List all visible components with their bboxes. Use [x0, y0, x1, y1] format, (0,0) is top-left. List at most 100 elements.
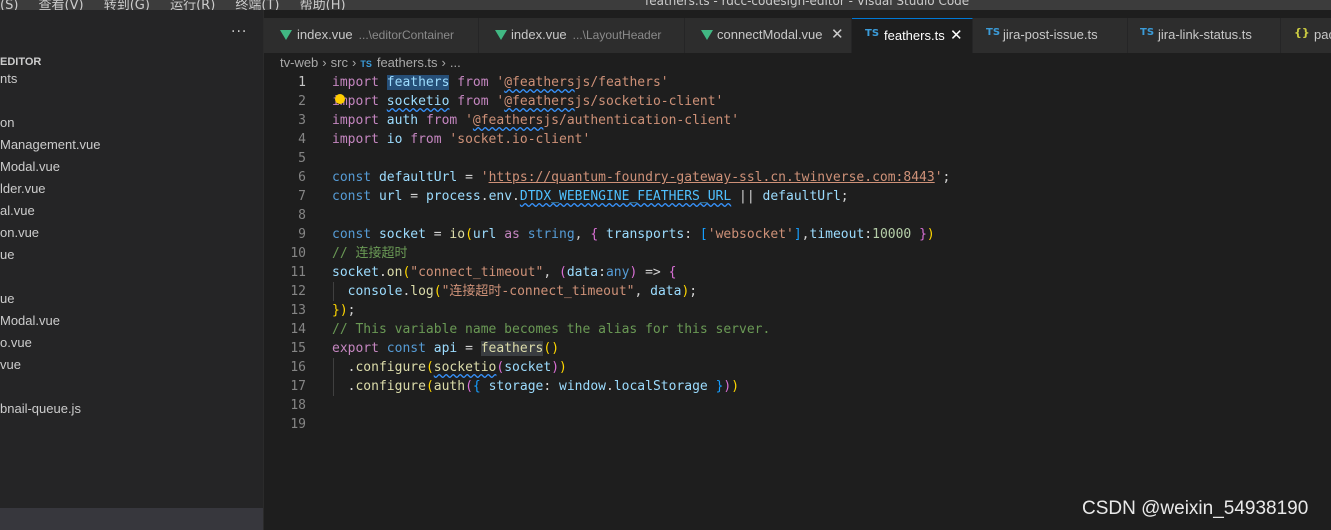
- line-number: 17: [290, 379, 306, 394]
- code-line[interactable]: 10 // 连接超时: [264, 244, 1331, 263]
- explorer-item[interactable]: ue: [0, 247, 14, 262]
- json-icon: {}: [1294, 26, 1310, 39]
- code-text[interactable]: .configure(socketio(socket)): [332, 358, 567, 377]
- menu-item-selection[interactable]: (S): [0, 0, 18, 10]
- explorer-item[interactable]: al.vue: [0, 203, 35, 218]
- explorer-item[interactable]: Modal.vue: [0, 313, 60, 328]
- code-line[interactable]: 6 const defaultUrl = 'https://quantum-fou…: [264, 168, 1331, 187]
- code-line[interactable]: 3 import auth from '@feathersjs/authentic…: [264, 111, 1331, 130]
- line-number: 7: [298, 189, 306, 204]
- menu-item-help[interactable]: 帮助(H): [300, 0, 346, 10]
- explorer-item[interactable]: nts: [0, 71, 17, 86]
- explorer-item[interactable]: bnail-queue.js: [0, 401, 81, 416]
- code-text[interactable]: // 连接超时: [332, 244, 407, 263]
- code-text[interactable]: const socket = io(url as string, { trans…: [332, 225, 935, 244]
- line-number: 2: [298, 94, 306, 109]
- code-line[interactable]: 19: [264, 415, 1331, 434]
- explorer-item[interactable]: ue: [0, 291, 14, 306]
- lightbulb-icon[interactable]: [335, 94, 345, 104]
- code-text[interactable]: .configure(auth({ storage: window.localS…: [332, 377, 739, 396]
- menu-item-go[interactable]: 转到(G): [104, 0, 150, 10]
- code-line[interactable]: 17 .configure(auth({ storage: window.loc…: [264, 377, 1331, 396]
- breadcrumb-item[interactable]: src: [331, 55, 348, 70]
- explorer-item[interactable]: Management.vue: [0, 137, 100, 152]
- explorer-section-header[interactable]: EDITOR: [0, 56, 41, 68]
- code-line[interactable]: 7 const url = process.env.DTDX_WEBENGINE_…: [264, 187, 1331, 206]
- code-line[interactable]: 16 .configure(socketio(socket)): [264, 358, 1331, 377]
- vue-icon: [280, 30, 292, 43]
- code-text[interactable]: // This variable name becomes the alias …: [332, 320, 770, 339]
- code-line[interactable]: 11 socket.on("connect_timeout", (data:any…: [264, 263, 1331, 282]
- vue-icon: [701, 30, 713, 43]
- explorer-item[interactable]: vue: [0, 357, 21, 372]
- code-text[interactable]: const url = process.env.DTDX_WEBENGINE_F…: [332, 187, 849, 206]
- breadcrumb-item[interactable]: feathers.ts: [377, 55, 438, 70]
- code-line[interactable]: 8: [264, 206, 1331, 225]
- code-text[interactable]: socket.on("connect_timeout", (data:any) …: [332, 263, 676, 282]
- code-text[interactable]: import socketio from '@feathersjs/socket…: [332, 92, 723, 111]
- editor-tab-bar: index.vue ...\editorContainer index.vue..…: [264, 18, 1331, 53]
- tab-description: ...\editorContainer: [358, 28, 455, 42]
- typescript-icon: TS: [986, 27, 1001, 38]
- tab-index-vue-editor-container[interactable]: index.vue ...\editorContainer: [264, 18, 479, 53]
- tab-connect-modal-vue[interactable]: connectModal.vue ✕: [685, 18, 852, 53]
- breadcrumb-item[interactable]: ...: [450, 55, 461, 70]
- explorer-item[interactable]: on.vue: [0, 225, 39, 240]
- code-text[interactable]: console.log("连接超时-connect_timeout", data…: [332, 282, 697, 301]
- more-actions-icon[interactable]: ···: [231, 24, 247, 40]
- menu-item-run[interactable]: 运行(R): [170, 0, 215, 10]
- line-number: 18: [290, 398, 306, 413]
- tab-label: feathers.ts: [884, 28, 945, 43]
- chevron-right-icon: ›: [322, 55, 327, 70]
- tab-jira-link-status-ts[interactable]: TS jira-link-status.ts: [1128, 18, 1281, 53]
- code-line[interactable]: 4 import io from 'socket.io-client': [264, 130, 1331, 149]
- code-line[interactable]: 14 // This variable name becomes the alia…: [264, 320, 1331, 339]
- typescript-icon: TS: [1140, 27, 1155, 38]
- close-icon[interactable]: ✕: [950, 26, 963, 44]
- breadcrumb-item[interactable]: tv-web: [280, 55, 318, 70]
- code-line[interactable]: 15 export const api = feathers(): [264, 339, 1331, 358]
- vue-icon: [495, 30, 507, 43]
- close-icon[interactable]: ✕: [831, 25, 844, 43]
- chevron-right-icon: ›: [441, 55, 446, 70]
- code-line[interactable]: 13});: [264, 301, 1331, 320]
- line-number: 10: [290, 246, 306, 261]
- code-line[interactable]: 18: [264, 396, 1331, 415]
- line-number: 16: [290, 360, 306, 375]
- tab-index-vue-layout-header[interactable]: index.vue ...\LayoutHeader: [479, 18, 685, 53]
- tab-description: ...\LayoutHeader: [572, 28, 662, 42]
- explorer-item[interactable]: Modal.vue: [0, 159, 60, 174]
- code-line[interactable]: 9 const socket = io(url as string, { tran…: [264, 225, 1331, 244]
- code-text[interactable]: import io from 'socket.io-client': [332, 130, 590, 149]
- tab-label: index.vue: [511, 27, 567, 42]
- code-text[interactable]: });: [332, 301, 355, 320]
- line-number: 6: [298, 170, 306, 185]
- code-text[interactable]: import feathers from '@feathersjs/feathe…: [332, 73, 669, 92]
- code-line[interactable]: 1 import feathers from '@feathersjs/feath…: [264, 73, 1331, 92]
- line-number: 13: [290, 303, 306, 318]
- sidebar-bottom-bar[interactable]: [0, 508, 263, 530]
- line-number: 11: [290, 265, 306, 280]
- explorer-item[interactable]: on: [0, 115, 14, 130]
- code-line[interactable]: 5: [264, 149, 1331, 168]
- code-line[interactable]: 12 console.log("连接超时-connect_timeout", d…: [264, 282, 1331, 301]
- explorer-item[interactable]: lder.vue: [0, 181, 46, 196]
- code-text[interactable]: export const api = feathers(): [332, 339, 559, 358]
- line-number: 3: [298, 113, 306, 128]
- tab-feathers-ts[interactable]: TS feathers.ts ✕: [852, 18, 973, 53]
- explorer-item[interactable]: o.vue: [0, 335, 32, 350]
- explorer-sidebar: ··· EDITOR nts on Management.vue Modal.v…: [0, 10, 264, 530]
- code-editor[interactable]: 1 import feathers from '@feathersjs/feath…: [264, 73, 1331, 530]
- typescript-icon: TS: [865, 28, 880, 39]
- code-text[interactable]: const defaultUrl = 'https://quantum-foun…: [332, 168, 950, 187]
- menu-item-view[interactable]: 查看(V): [39, 0, 84, 10]
- code-text[interactable]: import auth from '@feathersjs/authentica…: [332, 111, 739, 130]
- tab-package-json[interactable]: {} pac: [1281, 18, 1331, 53]
- code-line[interactable]: 2 import socketio from '@feathersjs/socke…: [264, 92, 1331, 111]
- watermark: CSDN @weixin_54938190: [1082, 498, 1309, 519]
- typescript-icon: TS: [360, 59, 372, 69]
- line-number: 9: [298, 227, 306, 242]
- tab-jira-post-issue-ts[interactable]: TS jira-post-issue.ts: [973, 18, 1128, 53]
- menu-bar: (S) 查看(V) 转到(G) 运行(R) 终端(T) 帮助(H): [0, 0, 362, 10]
- menu-item-terminal[interactable]: 终端(T): [235, 0, 279, 10]
